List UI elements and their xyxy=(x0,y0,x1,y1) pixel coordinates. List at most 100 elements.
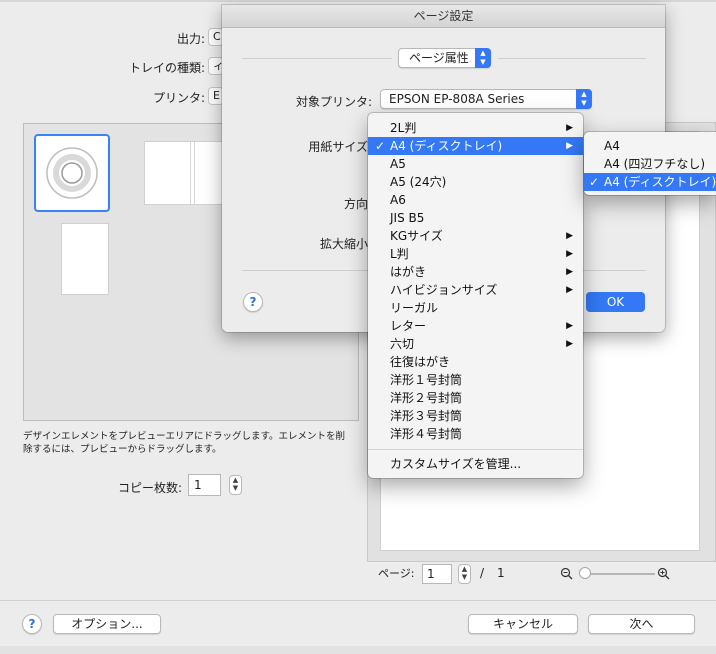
submenu-item-label: A4 (ディスクトレイ) xyxy=(604,175,716,189)
scale-label: 拡大縮小 xyxy=(319,237,368,251)
menu-item-label: リーガル xyxy=(390,301,439,315)
menu-item-label: ハイビジョンサイズ xyxy=(390,283,498,297)
footer-divider xyxy=(0,600,716,601)
tray-type-label: トレイの種類: xyxy=(128,61,205,75)
next-button[interactable]: 次へ xyxy=(588,614,695,634)
disc-element[interactable] xyxy=(34,134,110,212)
section-divider-right xyxy=(498,58,646,59)
submenu-item-a4-disc-tray[interactable]: ✓ A4 (ディスクトレイ) xyxy=(584,173,716,191)
submenu-arrow-icon: ▶ xyxy=(566,231,573,241)
a4-submenu: A4 A4 (四辺フチなし) ✓ A4 (ディスクトレイ) xyxy=(584,132,716,195)
menu-item-label: 洋形２号封筒 xyxy=(390,391,463,405)
menu-item-a5-24[interactable]: A5 (24穴) xyxy=(368,173,583,191)
submenu-item-label: A4 xyxy=(604,139,620,153)
target-printer-popup[interactable]: EPSON EP-808A Series ▲ ▼ xyxy=(380,89,592,109)
paper-size-label: 用紙サイズ xyxy=(308,140,368,154)
menu-separator xyxy=(368,449,583,450)
page-element[interactable] xyxy=(62,224,108,294)
menu-item-envelope-3[interactable]: 洋形３号封筒 xyxy=(368,407,583,425)
sheet-help-button[interactable]: ? xyxy=(243,292,263,312)
target-printer-value: EPSON EP-808A Series xyxy=(389,92,525,106)
submenu-arrow-icon: ▶ xyxy=(566,123,573,133)
page-field[interactable]: 1 xyxy=(422,564,452,584)
menu-item-label: 洋形３号封筒 xyxy=(390,409,463,423)
window-top-edge xyxy=(0,0,716,2)
page-separator: / xyxy=(480,566,485,580)
menu-item-postcard[interactable]: はがき ▶ xyxy=(368,263,583,281)
fold-line xyxy=(194,142,195,204)
menu-item-a5[interactable]: A5 xyxy=(368,155,583,173)
menu-item-2l[interactable]: 2L判 ▶ xyxy=(368,119,583,137)
menu-item-label: 往復はがき xyxy=(390,355,451,369)
menu-item-label: A5 (24穴) xyxy=(390,175,447,189)
help-button[interactable]: ? xyxy=(22,614,42,634)
menu-item-label: KGサイズ xyxy=(390,229,443,243)
popup-arrows-icon: ▲ ▼ xyxy=(475,48,491,68)
zoom-out-icon[interactable] xyxy=(560,567,574,581)
menu-item-a4-disc-tray[interactable]: ✓ A4 (ディスクトレイ) ▶ xyxy=(368,137,583,155)
menu-item-kg[interactable]: KGサイズ ▶ xyxy=(368,227,583,245)
menu-item-label: 洋形１号封筒 xyxy=(390,373,463,387)
menu-item-envelope-4[interactable]: 洋形４号封筒 xyxy=(368,425,583,443)
submenu-arrow-icon: ▶ xyxy=(566,339,573,349)
zoom-slider-track[interactable] xyxy=(580,573,655,575)
menu-item-hi-vision[interactable]: ハイビジョンサイズ ▶ xyxy=(368,281,583,299)
fold-line xyxy=(190,142,191,204)
menu-item-a6[interactable]: A6 xyxy=(368,191,583,209)
menu-item-legal[interactable]: リーガル xyxy=(368,299,583,317)
options-button[interactable]: オプション... xyxy=(53,614,161,634)
submenu-item-a4-borderless[interactable]: A4 (四辺フチなし) xyxy=(584,155,716,173)
menu-item-label: カスタムサイズを管理... xyxy=(390,457,522,471)
printer-label: プリンタ: xyxy=(152,91,205,105)
menu-item-envelope-2[interactable]: 洋形２号封筒 xyxy=(368,389,583,407)
section-popup[interactable]: ページ属性 ▲ ▼ xyxy=(398,48,491,68)
submenu-arrow-icon: ▶ xyxy=(566,249,573,259)
menu-item-label: JIS B5 xyxy=(390,211,425,225)
menu-item-label: A5 xyxy=(390,157,406,171)
check-icon: ✓ xyxy=(589,175,600,189)
menu-item-label: 洋形４号封筒 xyxy=(390,427,463,441)
menu-item-label: 六切 xyxy=(390,337,415,351)
orientation-label: 方向 xyxy=(343,197,368,211)
menu-item-label: 2L判 xyxy=(390,121,417,135)
output-label: 出力: xyxy=(176,32,205,46)
check-icon: ✓ xyxy=(375,139,386,153)
zoom-in-icon[interactable] xyxy=(657,567,671,581)
menu-item-envelope-1[interactable]: 洋形１号封筒 xyxy=(368,371,583,389)
section-divider-left xyxy=(242,58,392,59)
menu-item-return-postcard[interactable]: 往復はがき xyxy=(368,353,583,371)
copies-field[interactable]: 1 xyxy=(188,474,221,496)
copies-stepper[interactable]: ▲ ▼ xyxy=(229,475,242,495)
target-printer-label: 対象プリンタ: xyxy=(295,95,372,109)
menu-item-l[interactable]: L判 ▶ xyxy=(368,245,583,263)
submenu-arrow-icon: ▶ xyxy=(566,141,573,151)
case-insert-element[interactable] xyxy=(145,142,227,204)
submenu-arrow-icon: ▶ xyxy=(566,321,573,331)
menu-item-label: はがき xyxy=(390,265,427,279)
menu-item-letter[interactable]: レター ▶ xyxy=(368,317,583,335)
popup-arrows-icon: ▲ ▼ xyxy=(576,89,592,109)
menu-item-label: A6 xyxy=(390,193,406,207)
menu-item-jis-b5[interactable]: JIS B5 xyxy=(368,209,583,227)
submenu-arrow-icon: ▶ xyxy=(566,285,573,295)
submenu-item-label: A4 (四辺フチなし) xyxy=(604,157,706,171)
disc-icon xyxy=(46,147,98,199)
copies-label: コピー枚数: xyxy=(117,481,182,495)
menu-item-label: L判 xyxy=(390,247,409,261)
instructions-text: デザインエレメントをプレビューエリアにドラッグします。エレメントを削除するには、… xyxy=(23,431,346,455)
menu-item-rokugiri[interactable]: 六切 ▶ xyxy=(368,335,583,353)
section-popup-label: ページ属性 xyxy=(409,51,469,65)
ok-button[interactable]: OK xyxy=(586,292,645,312)
page-stepper[interactable]: ▲ ▼ xyxy=(458,564,471,584)
page-total: 1 xyxy=(497,566,505,580)
submenu-arrow-icon: ▶ xyxy=(566,267,573,277)
menu-item-label: レター xyxy=(390,319,427,333)
submenu-item-a4[interactable]: A4 xyxy=(584,137,716,155)
bottom-strip xyxy=(0,646,716,654)
paper-size-menu: 2L判 ▶ ✓ A4 (ディスクトレイ) ▶ A5 A5 (24穴) A6 JI… xyxy=(368,113,583,478)
menu-item-manage-custom-sizes[interactable]: カスタムサイズを管理... xyxy=(368,455,583,473)
page-label: ページ: xyxy=(378,567,415,580)
cancel-button[interactable]: キャンセル xyxy=(468,614,578,634)
zoom-slider-knob[interactable] xyxy=(579,567,591,579)
sheet-title: ページ設定 xyxy=(222,5,665,28)
